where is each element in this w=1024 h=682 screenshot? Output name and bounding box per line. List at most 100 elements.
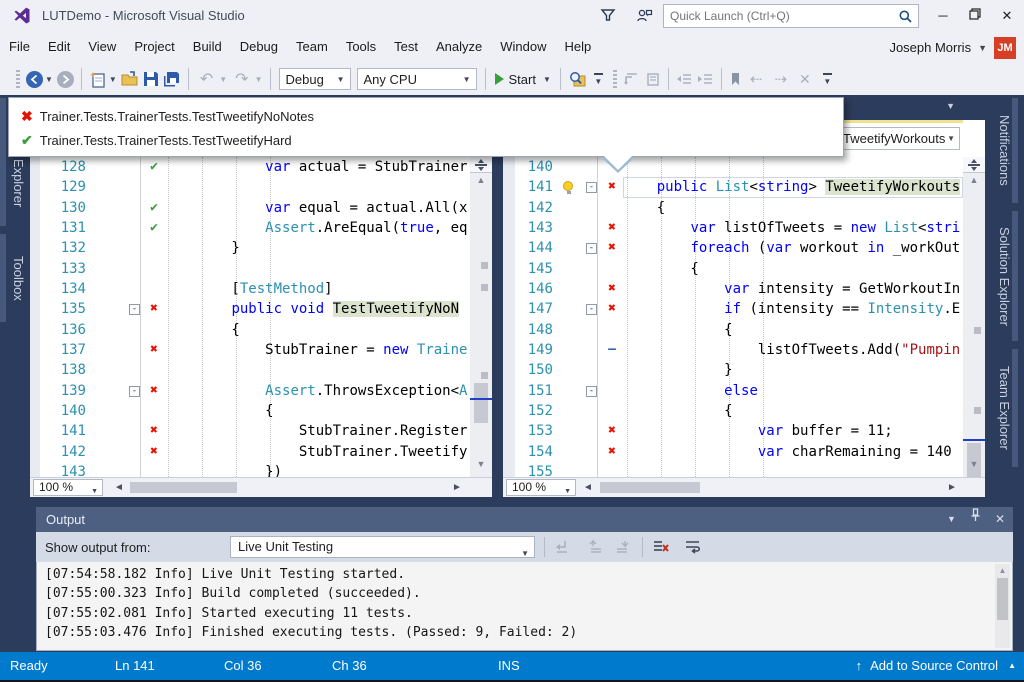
- comment-button-disabled[interactable]: [623, 67, 640, 91]
- goto-message-button-disabled[interactable]: [554, 539, 572, 555]
- window-dropdown-caret-icon[interactable]: ▼: [946, 101, 955, 111]
- next-message-button-disabled[interactable]: [614, 539, 632, 555]
- code-line[interactable]: 137✖ StubTrainer = new Traine: [40, 340, 470, 360]
- new-project-button[interactable]: ▼: [89, 67, 117, 91]
- scroll-up-arrow[interactable]: ▲: [470, 175, 492, 185]
- collapse-icon[interactable]: -: [129, 386, 140, 397]
- test-fail-icon[interactable]: ✖: [601, 177, 623, 197]
- send-feedback-icon[interactable]: [636, 7, 653, 29]
- code-line[interactable]: 138: [40, 360, 470, 380]
- feedback-filter-icon[interactable]: [600, 7, 616, 28]
- previous-message-button-disabled[interactable]: [588, 539, 606, 555]
- toggle-bookmark-button[interactable]: [729, 67, 742, 91]
- output-scrollbar[interactable]: ▲: [995, 564, 1010, 648]
- code-line[interactable]: 131✔ Assert.AreEqual(true, eq: [40, 218, 470, 238]
- test-result-item[interactable]: ✔Trainer.Tests.TrainerTests.TestTweetify…: [9, 128, 843, 152]
- code-line[interactable]: 141-✖ public List<string> TweetifyWorkou…: [515, 177, 963, 197]
- test-fail-icon[interactable]: ✖: [144, 299, 164, 319]
- collapse-icon[interactable]: -: [586, 304, 597, 315]
- menu-item-project[interactable]: Project: [125, 32, 183, 63]
- test-pass-icon[interactable]: ✔: [144, 198, 164, 218]
- save-all-button[interactable]: [163, 67, 181, 91]
- quick-launch-box[interactable]: [663, 4, 919, 28]
- decrease-indent-button-disabled[interactable]: [676, 67, 693, 91]
- test-fail-icon[interactable]: ✖: [601, 218, 623, 238]
- code-line[interactable]: 140: [515, 157, 963, 177]
- collapse-icon[interactable]: -: [129, 304, 140, 315]
- output-source-dropdown[interactable]: Live Unit Testing▼: [230, 536, 535, 558]
- scroll-down-arrow[interactable]: ▼: [470, 459, 492, 469]
- code-line[interactable]: 139-✖ Assert.ThrowsException<A: [40, 381, 470, 401]
- pin-icon[interactable]: [970, 507, 981, 532]
- code-line[interactable]: 147-✖ if (intensity == Intensity.E: [515, 299, 963, 319]
- test-dash-icon[interactable]: —: [601, 340, 623, 360]
- scroll-right-arrow[interactable]: ►: [947, 482, 957, 493]
- test-pass-icon[interactable]: ✔: [144, 157, 164, 177]
- menu-item-help[interactable]: Help: [556, 32, 601, 63]
- toolbar-drag-handle[interactable]: [613, 70, 617, 88]
- source-control-expand-caret-icon[interactable]: ▲: [1008, 661, 1016, 670]
- code-line[interactable]: 155: [515, 462, 963, 477]
- search-icon[interactable]: [898, 9, 913, 29]
- vertical-scrollbar[interactable]: ▲ ▼: [470, 157, 492, 477]
- collapse-icon[interactable]: -: [586, 182, 597, 193]
- add-item-button[interactable]: [121, 67, 139, 91]
- code-line[interactable]: 145 {: [515, 259, 963, 279]
- code-line[interactable]: 144-✖ foreach (var workout in _workOut: [515, 238, 963, 258]
- code-line[interactable]: 132 }: [40, 238, 470, 258]
- navigate-forward-button[interactable]: [57, 67, 74, 91]
- code-line[interactable]: 136 {: [40, 320, 470, 340]
- menu-item-file[interactable]: File: [0, 32, 39, 63]
- toolbar-drag-handle[interactable]: [16, 70, 20, 88]
- code-line[interactable]: 151- else: [515, 381, 963, 401]
- zoom-level-dropdown[interactable]: 100 %▼: [506, 479, 576, 496]
- redo-button[interactable]: ↷▼: [231, 67, 262, 91]
- scrollbar-thumb[interactable]: [997, 578, 1008, 620]
- code-line[interactable]: 146✖ var intensity = GetWorkoutIn: [515, 279, 963, 299]
- restore-button[interactable]: [962, 6, 988, 26]
- code-line[interactable]: 148 {: [515, 320, 963, 340]
- h-scrollbar-thumb[interactable]: [600, 482, 700, 493]
- uncomment-button-disabled[interactable]: [644, 67, 661, 91]
- test-fail-icon[interactable]: ✖: [601, 279, 623, 299]
- tool-tab-team-explorer[interactable]: Team Explorer: [992, 349, 1018, 467]
- minimize-button[interactable]: ─: [930, 6, 956, 26]
- menu-item-tools[interactable]: Tools: [337, 32, 385, 63]
- h-scrollbar-thumb[interactable]: [130, 482, 237, 493]
- save-button[interactable]: [143, 67, 159, 91]
- window-position-caret-icon[interactable]: ▼: [947, 507, 956, 532]
- clear-all-button[interactable]: [652, 539, 670, 555]
- scrollbar-thumb[interactable]: [474, 383, 488, 423]
- quick-launch-input[interactable]: [670, 7, 885, 25]
- increase-indent-button-disabled[interactable]: [697, 67, 714, 91]
- test-result-item[interactable]: ✖Trainer.Tests.TrainerTests.TestTweetify…: [9, 104, 843, 128]
- split-editor-grip[interactable]: [963, 157, 985, 173]
- lightbulb-icon[interactable]: [563, 181, 573, 191]
- test-fail-icon[interactable]: ✖: [601, 299, 623, 319]
- code-line[interactable]: 142✖ StubTrainer.Tweetify: [40, 442, 470, 462]
- code-line[interactable]: 141✖ StubTrainer.Register: [40, 421, 470, 441]
- menu-item-analyze[interactable]: Analyze: [427, 32, 491, 63]
- scroll-left-arrow[interactable]: ◄: [114, 482, 124, 493]
- tool-tab-notifications[interactable]: Notifications: [992, 98, 1018, 203]
- collapse-icon[interactable]: -: [586, 386, 597, 397]
- tool-tab-solution-explorer[interactable]: Solution Explorer: [992, 211, 1018, 341]
- test-fail-icon[interactable]: ✖: [601, 442, 623, 462]
- code-line[interactable]: 150 }: [515, 360, 963, 380]
- collapse-icon[interactable]: -: [586, 243, 597, 254]
- code-line[interactable]: 142 {: [515, 198, 963, 218]
- user-menu-caret-icon[interactable]: ▼: [978, 43, 987, 53]
- test-fail-icon[interactable]: ✖: [601, 238, 623, 258]
- scroll-down-arrow[interactable]: ▼: [963, 459, 985, 469]
- menu-item-debug[interactable]: Debug: [231, 32, 287, 63]
- code-line[interactable]: 152 {: [515, 401, 963, 421]
- test-fail-icon[interactable]: ✖: [144, 421, 164, 441]
- menu-item-edit[interactable]: Edit: [39, 32, 79, 63]
- vertical-scrollbar[interactable]: ▲ ▼: [963, 157, 985, 477]
- add-to-source-control-button[interactable]: ↑ Add to Source Control: [856, 658, 998, 673]
- user-name[interactable]: Joseph Morris: [889, 40, 971, 55]
- close-icon[interactable]: ✕: [995, 507, 1005, 532]
- code-line[interactable]: 153✖ var buffer = 11;: [515, 421, 963, 441]
- code-line[interactable]: 143✖ var listOfTweets = new List<stri: [515, 218, 963, 238]
- code-line[interactable]: 133: [40, 259, 470, 279]
